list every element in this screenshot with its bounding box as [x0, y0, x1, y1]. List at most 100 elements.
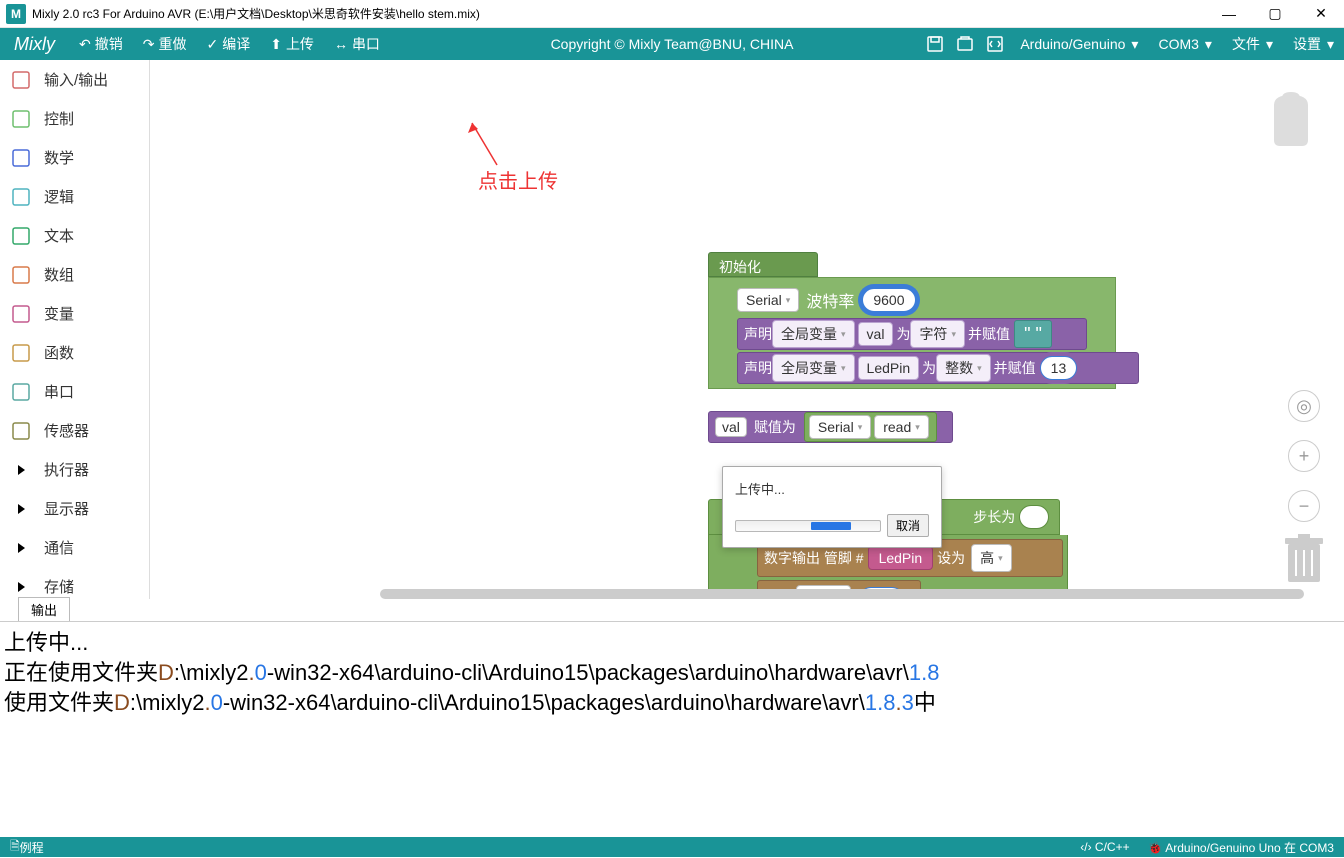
output-line: 使用文件夹D:\mixly2.0-win32-x64\arduino-cli\A… [4, 688, 1340, 718]
board-status: 🐞 Arduino/Genuino Uno 在 COM3 [1148, 839, 1334, 856]
sidebar-item[interactable]: 执行器 [0, 450, 149, 489]
category-icon [12, 578, 30, 596]
close-button[interactable]: ✕ [1298, 0, 1344, 28]
example-link[interactable]: 例程 [20, 839, 44, 856]
save-icon-button[interactable] [920, 28, 950, 60]
chevron-down-icon: ▾ [1205, 36, 1212, 53]
serial-chip[interactable]: Serial▾ [737, 288, 799, 312]
pin-ledpin[interactable]: LedPin [868, 546, 934, 570]
var-name-chip[interactable]: LedPin [858, 356, 920, 380]
category-icon [12, 344, 30, 362]
type-chip[interactable]: 整数▾ [936, 354, 991, 382]
sidebar-item[interactable]: 变量 [0, 294, 149, 333]
port-label: COM3 [1158, 36, 1198, 52]
redo-button[interactable]: ↷重做 [133, 28, 197, 60]
block-area: 初始化 Serial▾ 波特率 9600 声明 全局变量▾ val 为 字符▾ … [708, 252, 1116, 443]
sidebar-item-label: 输入/输出 [44, 69, 108, 90]
serial-read-block[interactable]: Serial▾ read▾ [804, 412, 937, 442]
chevron-down-icon: ▾ [1266, 36, 1273, 53]
category-icon [12, 422, 30, 440]
var-name-chip[interactable]: val [858, 322, 894, 346]
undo-button[interactable]: ↶撤销 [69, 28, 133, 60]
cancel-button[interactable]: 取消 [887, 514, 929, 537]
sidebar-item-label: 存储 [44, 576, 74, 597]
lang-indicator: ‹/› C/C++ [1080, 840, 1129, 854]
dialog-title: 上传中... [735, 479, 929, 498]
upload-dialog: 上传中... 取消 [722, 466, 942, 548]
high-chip[interactable]: 高▾ [971, 544, 1012, 572]
sidebar-item-label: 通信 [44, 537, 74, 558]
annotation-arrow-icon [462, 115, 502, 170]
minimize-button[interactable]: — [1206, 0, 1252, 28]
sidebar-item[interactable]: 通信 [0, 528, 149, 567]
center-button[interactable]: ◎ [1288, 390, 1320, 422]
type-chip[interactable]: 字符▾ [910, 320, 965, 348]
workspace[interactable]: 点击上传 ◎ + − 初始化 Serial▾ 波特率 9600 声明 全局变量▾… [160, 60, 1344, 599]
category-icon [12, 149, 30, 167]
declare-ledpin-block[interactable]: 声明 全局变量▾ LedPin 为 整数▾ 并赋值 13 [737, 352, 1139, 384]
file-label: 文件 [1232, 34, 1260, 54]
category-icon [12, 110, 30, 128]
setup-block-body[interactable]: Serial▾ 波特率 9600 声明 全局变量▾ val 为 字符▾ 并赋值 … [708, 277, 1116, 389]
scope-chip[interactable]: 全局变量▾ [772, 320, 855, 348]
progress-bar [735, 520, 881, 532]
sidebar-item[interactable]: 数学 [0, 138, 149, 177]
port-dropdown[interactable]: COM3 ▾ [1148, 36, 1221, 53]
sidebar-item[interactable]: 显示器 [0, 489, 149, 528]
file-menu[interactable]: 文件 ▾ [1222, 34, 1283, 54]
upload-icon: ⬆ [270, 36, 282, 53]
baud-label: 波特率 [806, 288, 854, 312]
board-dropdown[interactable]: Arduino/Genuino▾ [1010, 36, 1148, 53]
category-icon [12, 500, 30, 518]
sidebar-item[interactable]: 传感器 [0, 411, 149, 450]
sidebar-item[interactable]: 串口 [0, 372, 149, 411]
undo-icon: ↶ [79, 36, 91, 53]
settings-menu[interactable]: 设置▾ [1283, 34, 1344, 54]
app-logo-icon: M [6, 4, 26, 24]
sidebar-item[interactable]: 逻辑 [0, 177, 149, 216]
baud-value[interactable]: 9600 [862, 288, 915, 312]
sidebar-item[interactable]: 控制 [0, 99, 149, 138]
sidebar-item[interactable]: 文本 [0, 216, 149, 255]
output-line: 正在使用文件夹D:\mixly2.0-win32-x64\arduino-cli… [4, 658, 1340, 688]
sidebar-item-label: 数组 [44, 264, 74, 285]
open-icon-button[interactable] [950, 28, 980, 60]
backpack-icon[interactable] [1264, 90, 1324, 150]
string-value[interactable]: " " [1014, 320, 1052, 348]
output-tab[interactable]: 输出 [18, 597, 70, 621]
sidebar-item-label: 逻辑 [44, 186, 74, 207]
copyright-text: Copyright © Mixly Team@BNU, CHINA [551, 36, 794, 52]
sidebar-item-label: 执行器 [44, 459, 89, 480]
maximize-button[interactable]: ▢ [1252, 0, 1298, 28]
toolbar: Mixly ↶撤销 ↷重做 ✓编译 ⬆上传 ↔串口 Copyright © Mi… [0, 28, 1344, 60]
category-icon [12, 305, 30, 323]
category-icon [12, 71, 30, 89]
declare-val-block[interactable]: 声明 全局变量▾ val 为 字符▾ 并赋值 " " [737, 318, 1087, 350]
annotation-text: 点击上传 [478, 165, 558, 194]
zoom-out-button[interactable]: − [1288, 490, 1320, 522]
val-assign-block[interactable]: val 赋值为 Serial▾ read▾ [708, 411, 953, 443]
category-icon [12, 227, 30, 245]
zoom-in-button[interactable]: + [1288, 440, 1320, 472]
sidebar-item[interactable]: 输入/输出 [0, 60, 149, 99]
compile-button[interactable]: ✓编译 [196, 28, 260, 60]
val-chip[interactable]: val [715, 417, 747, 437]
chevron-down-icon: ▾ [1327, 36, 1334, 53]
status-bar: 🗎 例程 ‹/› C/C++ 🐞 Arduino/Genuino Uno 在 C… [0, 837, 1344, 857]
ledpin-value[interactable]: 13 [1040, 356, 1078, 380]
board-label: Arduino/Genuino [1020, 36, 1125, 52]
trash-icon[interactable] [1282, 532, 1326, 589]
step-value[interactable]: 1 [1019, 505, 1049, 529]
sidebar-item-label: 控制 [44, 108, 74, 129]
category-icon [12, 461, 30, 479]
serial-button[interactable]: ↔串口 [324, 28, 390, 60]
upload-button[interactable]: ⬆上传 [260, 28, 324, 60]
serial-icon: ↔ [334, 36, 348, 52]
sidebar-item[interactable]: 数组 [0, 255, 149, 294]
sidebar-item-label: 传感器 [44, 420, 89, 441]
scope-chip[interactable]: 全局变量▾ [772, 354, 855, 382]
sidebar-item[interactable]: 函数 [0, 333, 149, 372]
horizontal-scrollbar[interactable] [380, 589, 1304, 599]
setup-block-header[interactable]: 初始化 [708, 252, 818, 277]
code-icon-button[interactable] [980, 28, 1010, 60]
